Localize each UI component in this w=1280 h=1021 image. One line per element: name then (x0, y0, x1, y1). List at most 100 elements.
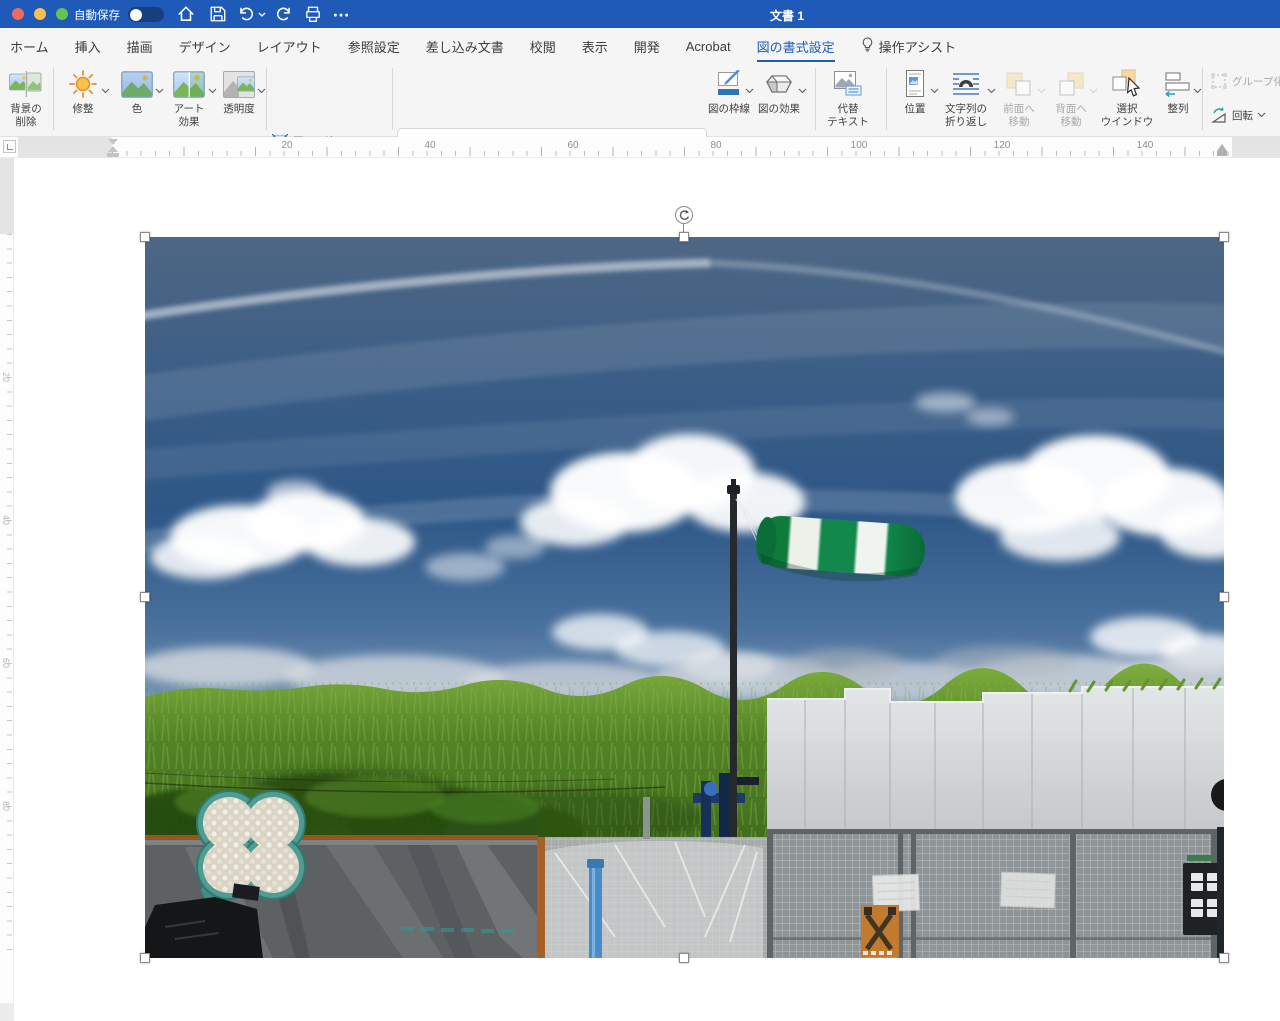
resize-handle-top-left[interactable] (140, 232, 150, 242)
resize-handle-bottom-middle[interactable] (679, 953, 689, 963)
tab-mailings[interactable]: 差し込み文書 (426, 28, 504, 63)
alt-text-button[interactable]: 代替テキスト (820, 65, 876, 133)
ruler-number: 40 (424, 140, 435, 151)
chevron-down-icon (1257, 112, 1266, 118)
lightbulb-icon (861, 37, 874, 55)
chevron-down-icon (1089, 81, 1098, 99)
chevron-down-icon (257, 81, 266, 99)
tab-design[interactable]: デザイン (179, 28, 231, 63)
rotate-arrow-icon (678, 209, 690, 221)
wrap-text-icon (938, 65, 994, 103)
alt-text-icon (820, 65, 876, 103)
tab-insert[interactable]: 挿入 (75, 28, 101, 63)
picture-effects-icon (753, 65, 805, 103)
chevron-down-icon (1193, 81, 1202, 99)
resize-handle-bottom-left[interactable] (140, 953, 150, 963)
tab-selector[interactable] (3, 140, 16, 153)
ruler-number: 140 (1137, 140, 1154, 151)
rotation-handle[interactable] (675, 206, 693, 224)
tab-tell-me[interactable]: 操作アシスト (861, 28, 956, 63)
redo-icon[interactable] (275, 5, 293, 23)
tab-draw[interactable]: 描画 (127, 28, 153, 63)
send-backward-icon (1046, 65, 1096, 103)
tab-acrobat[interactable]: Acrobat (686, 30, 731, 61)
align-icon (1156, 65, 1200, 103)
remove-background-icon (2, 65, 50, 103)
ruler-number: 20 (281, 140, 292, 151)
picture-border-button[interactable]: 図の枠線 (706, 65, 752, 133)
ruler-number: 60 (567, 140, 578, 151)
rotate-icon (1210, 106, 1228, 124)
resize-handle-middle-left[interactable] (140, 592, 150, 602)
zoom-button[interactable] (56, 8, 68, 20)
tab-home[interactable]: ホーム (10, 28, 49, 63)
selection-pane-button[interactable]: 選択ウインドウ (1098, 65, 1156, 133)
chevron-down-icon (1037, 81, 1046, 99)
corrections-sun-icon (58, 65, 108, 103)
close-button[interactable] (12, 8, 24, 20)
resize-handle-bottom-right[interactable] (1219, 953, 1229, 963)
hanging-indent-marker[interactable] (108, 146, 118, 152)
wrap-text-button[interactable]: 文字列の折り返し (938, 65, 994, 133)
group-button: グループ化 (1210, 72, 1280, 90)
send-backward-button: 背面へ移動 (1046, 65, 1096, 133)
ruler-number: 20 (1, 372, 11, 382)
print-icon[interactable] (304, 5, 322, 23)
ribbon-tabs: ホーム 挿入 描画 デザイン レイアウト 参照設定 差し込み文書 校閲 表示 開… (0, 28, 1280, 62)
picture-effects-button[interactable]: 図の効果 (753, 65, 805, 133)
autosave-toggle[interactable] (128, 7, 164, 22)
chevron-down-icon (798, 81, 807, 99)
artistic-effects-button[interactable]: アート効果 (163, 65, 215, 133)
right-indent-marker-base[interactable] (1217, 151, 1227, 156)
transparency-button[interactable]: 透明度 (214, 65, 264, 133)
tab-developer[interactable]: 開発 (634, 28, 660, 63)
color-button[interactable]: 色 (112, 65, 162, 133)
undo-icon[interactable] (237, 5, 255, 23)
tab-references[interactable]: 参照設定 (348, 28, 400, 63)
left-indent-marker[interactable] (107, 153, 119, 157)
remove-background-button[interactable]: 背景の削除 (2, 65, 50, 133)
color-picture-icon (112, 65, 162, 103)
bring-forward-icon (994, 65, 1044, 103)
first-line-indent-marker[interactable] (108, 139, 118, 145)
tab-review[interactable]: 校閲 (530, 28, 556, 63)
undo-chevron-icon[interactable] (257, 5, 267, 23)
ruler-number: 80 (710, 140, 721, 151)
home-icon[interactable] (177, 5, 195, 23)
horizontal-ruler[interactable]: 20 40 60 80 100 120 140 (0, 137, 1280, 158)
titlebar: 自動保存 文書 1 (0, 0, 1280, 28)
ruler-number: 80 (1, 801, 11, 811)
transparency-icon (214, 65, 264, 103)
position-icon (893, 65, 937, 103)
resize-handle-top-middle[interactable] (679, 232, 689, 242)
ruler-number: 60 (1, 658, 11, 668)
word-window: 自動保存 文書 1 ホーム 挿入 描画 デザイン レイアウト 参照設定 (0, 0, 1280, 1021)
position-button[interactable]: 位置 (893, 65, 937, 133)
selected-picture[interactable] (145, 237, 1224, 958)
rotate-button[interactable]: 回転 (1210, 106, 1266, 124)
resize-handle-top-right[interactable] (1219, 232, 1229, 242)
ruler-number: 40 (1, 515, 11, 525)
resize-handle-middle-right[interactable] (1219, 592, 1229, 602)
right-indent-marker[interactable] (1217, 144, 1227, 151)
picture-border-icon (706, 65, 752, 103)
ribbon: 背景の削除 修整 色 (0, 62, 1280, 137)
minimize-button[interactable] (34, 8, 46, 20)
selection-pane-icon (1098, 65, 1156, 103)
ruler-number: 100 (851, 140, 868, 151)
align-button[interactable]: 整列 (1156, 65, 1200, 133)
group-icon (1210, 72, 1228, 90)
more-icon[interactable] (332, 5, 350, 23)
document-title: 文書 1 (770, 7, 804, 24)
ruler-number: 120 (994, 140, 1011, 151)
tab-view[interactable]: 表示 (582, 28, 608, 63)
artistic-effects-icon (163, 65, 215, 103)
vertical-ruler[interactable]: 20 40 60 80 (0, 158, 14, 1021)
save-icon[interactable] (209, 5, 227, 23)
chevron-down-icon (101, 81, 110, 99)
tab-layout[interactable]: レイアウト (257, 28, 322, 63)
tab-picture-format[interactable]: 図の書式設定 (757, 28, 835, 63)
bring-forward-button: 前面へ移動 (994, 65, 1044, 133)
corrections-button[interactable]: 修整 (58, 65, 108, 133)
autosave-label: 自動保存 (74, 7, 120, 23)
